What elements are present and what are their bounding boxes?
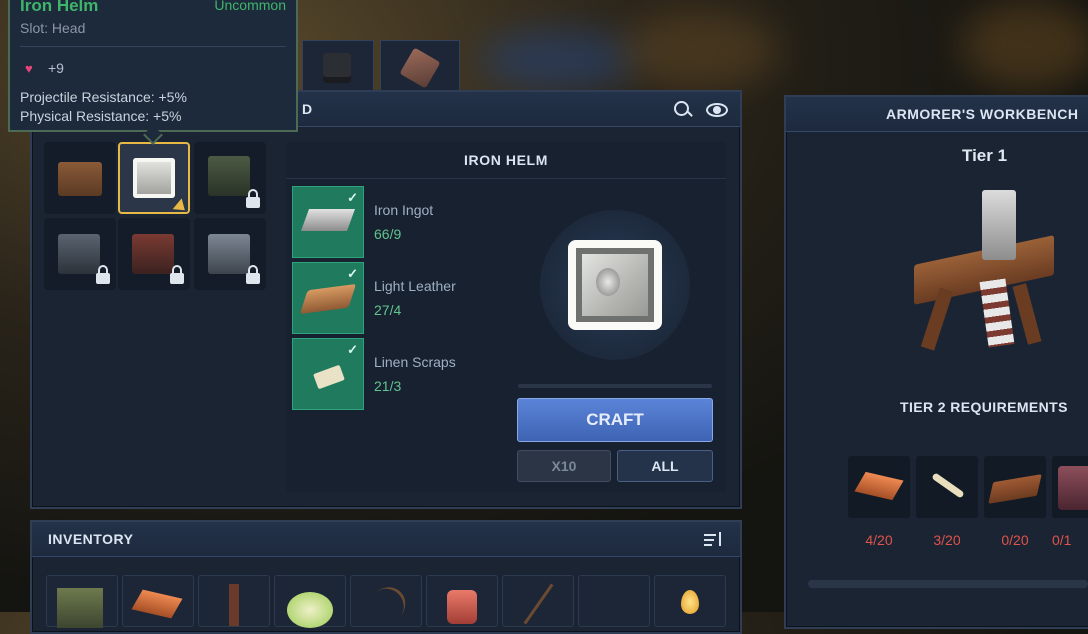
inventory-slot[interactable] [578,575,650,627]
requirements-title: TIER 2 REQUIREMENTS [900,399,1068,415]
requirement-bone[interactable] [916,456,978,518]
tooltip-item-name: Iron Helm [20,0,99,15]
lock-icon [96,265,110,284]
inventory-slot[interactable] [350,575,422,631]
dark-helm-icon [58,234,100,274]
lock-icon [246,265,260,284]
recipe-leather-helm[interactable] [44,142,116,214]
check-icon: ✓ [347,266,358,281]
tooltip-slot: Slot: Head [20,20,86,36]
heart-icon: ♥ [25,61,33,76]
workbench-title: ARMORER'S WORKBENCH [886,106,1079,122]
bow-icon [362,579,413,631]
iron-helm-preview-visor [596,268,620,296]
wood-stick-icon [229,584,239,626]
armor-chest-icon [323,53,351,83]
cauliflower-icon [287,592,333,628]
recipe-dark-helm[interactable] [44,218,116,290]
chestplate-icon [399,47,441,89]
requirement-planks[interactable] [984,456,1046,518]
craft-progress-bar [518,384,712,388]
material-count: 27/4 [374,302,402,318]
recipe-steel-helm[interactable] [194,218,266,290]
tab-helmet-dark[interactable] [302,40,374,94]
workbench-scrollbar[interactable] [808,580,1088,588]
inventory-slot[interactable] [46,575,118,628]
material-light-leather[interactable]: ✓ [292,262,364,334]
requirement-count: 0/1 [1052,532,1072,548]
material-name: Linen Scraps [374,354,456,370]
check-icon: ✓ [347,342,358,357]
green-helm-icon [208,156,250,196]
material-name: Light Leather [374,278,456,294]
steel-helm-icon [208,234,250,274]
requirement-count: 0/20 [1001,532,1029,548]
lock-icon [170,265,184,284]
red-helm-icon [132,234,174,274]
workbench-illustration [910,188,1060,358]
material-count: 21/3 [374,378,402,394]
requirement-count: 4/20 [865,532,893,548]
crate-icon [1058,466,1088,510]
material-iron-ingot[interactable]: ✓ [292,186,364,258]
inventory-slot[interactable] [502,575,574,627]
craft-button[interactable]: CRAFT [517,398,713,442]
craft-x10-button[interactable]: X10 [517,450,611,482]
tooltip-stat-physical: Physical Resistance: +5% [20,108,182,124]
light-leather-icon [299,283,357,315]
inventory-slot[interactable] [654,575,726,627]
mossy-block-icon [57,588,103,628]
workbench-panel: ARMORER'S WORKBENCH [784,95,1088,629]
search-icon[interactable] [674,101,689,116]
iron-helm-icon [133,158,175,198]
craft-all-button[interactable]: ALL [617,450,713,482]
inventory-slot[interactable] [274,575,346,628]
bone-icon [931,472,965,499]
tooltip-rarity: Uncommon [214,0,286,13]
recipe-red-helm[interactable] [118,218,190,290]
iron-ingot-icon [300,209,356,231]
meat-icon [447,590,477,624]
material-name: Iron Ingot [374,202,434,218]
requirement-count: 3/20 [933,532,961,548]
armor-banner [979,278,1015,348]
inventory-slot[interactable] [122,575,194,627]
material-linen-scraps[interactable]: ✓ [292,338,364,410]
check-icon: ✓ [347,190,358,205]
lock-icon [246,189,260,208]
requirement-crate[interactable] [1052,456,1088,518]
linen-scraps-icon [313,364,345,390]
flame-icon [681,590,699,614]
spear-icon [523,583,554,625]
workbench-leg [1012,283,1042,345]
workbench-tier: Tier 1 [962,146,1008,165]
tab-chestplate[interactable] [380,40,460,94]
inventory-header: INVENTORY [32,522,740,557]
search-icon-handle [687,111,693,117]
cursor-icon [172,198,190,216]
recipe-green-helm[interactable] [194,142,266,214]
workbench-header: ARMORER'S WORKBENCH [786,97,1088,132]
sort-icon[interactable] [704,532,724,548]
tooltip-divider [20,46,286,47]
recipe-title: IRON HELM [464,152,548,168]
copper-ingot-icon [131,589,183,619]
armor-stand [982,190,1016,260]
inventory-slot[interactable] [198,575,270,627]
crafting-panel-title: D [302,101,313,117]
inventory-title: INVENTORY [48,531,134,547]
planks-icon [988,474,1042,504]
tooltip-health-bonus: +9 [48,60,64,76]
material-count: 66/9 [374,226,402,242]
copper-ingot-icon [854,471,904,501]
tooltip-stat-projectile: Projectile Resistance: +5% [20,89,187,105]
leather-helm-icon [58,162,102,196]
recipe-iron-helm[interactable] [118,142,190,216]
eye-icon[interactable] [706,103,728,117]
item-tooltip: Iron Helm Uncommon Slot: Head ♥ +9 Proje… [8,0,298,132]
inventory-slot[interactable] [426,575,498,627]
requirement-copper-ingot[interactable] [848,456,910,518]
